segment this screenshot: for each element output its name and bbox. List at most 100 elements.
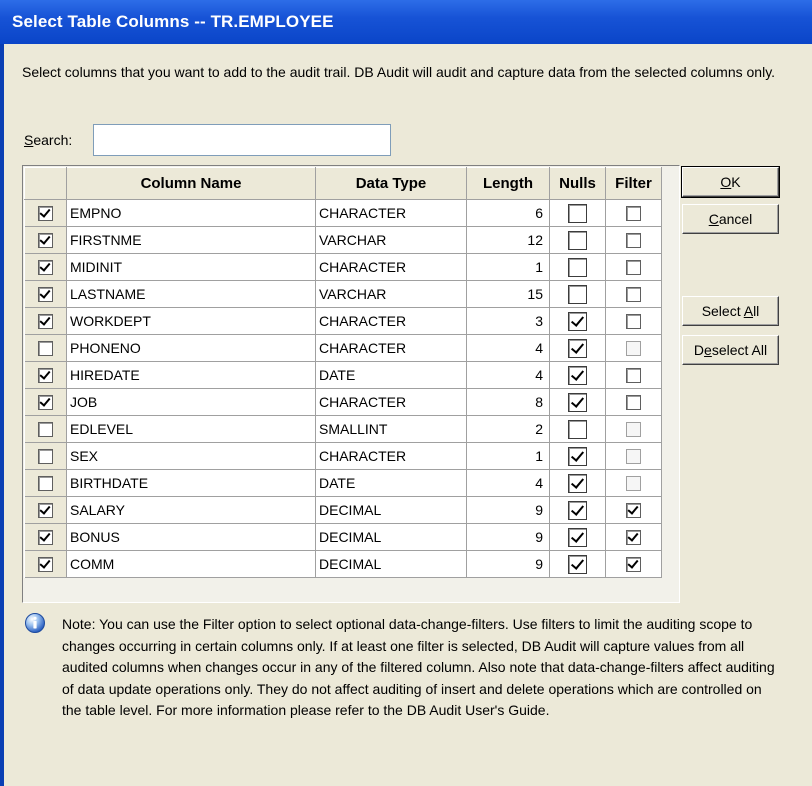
nulls-checkbox[interactable] [568, 527, 587, 547]
select-cell [24, 469, 67, 497]
filter-checkbox[interactable] [626, 530, 641, 546]
length-cell: 3 [466, 307, 550, 335]
nulls-checkbox[interactable] [568, 230, 587, 250]
select-checkbox[interactable] [37, 233, 53, 249]
data-type-cell: DECIMAL [315, 523, 467, 551]
table-row[interactable]: MIDINIT CHARACTER 1 [24, 253, 662, 281]
filter-checkbox[interactable] [626, 503, 641, 519]
filter-checkbox[interactable] [626, 260, 641, 276]
nulls-checkbox[interactable] [568, 338, 587, 358]
select-cell [24, 415, 67, 443]
select-checkbox[interactable] [37, 260, 53, 276]
select-checkbox[interactable] [37, 314, 53, 330]
data-type-cell: CHARACTER [315, 442, 467, 470]
length-cell: 4 [466, 361, 550, 389]
select-cell [24, 496, 67, 524]
filter-checkbox[interactable] [626, 206, 641, 222]
filter-cell [605, 307, 662, 335]
length-cell: 9 [466, 523, 550, 551]
header-nulls[interactable]: Nulls [549, 167, 606, 200]
filter-checkbox[interactable] [626, 287, 641, 303]
column-name-cell: PHONENO [66, 334, 316, 362]
nulls-checkbox[interactable] [568, 284, 587, 304]
length-cell: 15 [466, 280, 550, 308]
table-row[interactable]: EDLEVEL SMALLINT 2 [24, 415, 662, 443]
ok-button[interactable]: OK [681, 166, 780, 198]
header-column-name[interactable]: Column Name [66, 167, 316, 200]
table-row[interactable]: SALARY DECIMAL 9 [24, 496, 662, 524]
select-cell [24, 253, 67, 281]
filter-cell [605, 199, 662, 227]
nulls-cell [549, 334, 606, 362]
table-row[interactable]: EMPNO CHARACTER 6 [24, 199, 662, 227]
nulls-cell [549, 226, 606, 254]
table-row[interactable]: JOB CHARACTER 8 [24, 388, 662, 416]
select-checkbox[interactable] [37, 395, 53, 411]
column-name-cell: FIRSTNME [66, 226, 316, 254]
length-cell: 4 [466, 469, 550, 497]
filter-cell [605, 334, 662, 362]
select-checkbox[interactable] [37, 341, 53, 357]
table-row[interactable]: COMM DECIMAL 9 [24, 550, 662, 578]
header-filter[interactable]: Filter [605, 167, 662, 200]
select-checkbox[interactable] [37, 368, 53, 384]
select-checkbox[interactable] [37, 476, 53, 492]
cancel-button[interactable]: Cancel [682, 204, 779, 234]
filter-checkbox[interactable] [626, 368, 641, 384]
table-row[interactable]: SEX CHARACTER 1 [24, 442, 662, 470]
length-cell: 8 [466, 388, 550, 416]
nulls-cell [549, 199, 606, 227]
nulls-checkbox[interactable] [568, 392, 587, 412]
select-cell [24, 199, 67, 227]
nulls-checkbox[interactable] [568, 500, 587, 520]
table-row[interactable]: LASTNAME VARCHAR 15 [24, 280, 662, 308]
filter-checkbox[interactable] [626, 557, 641, 573]
select-checkbox[interactable] [37, 503, 53, 519]
data-type-cell: DECIMAL [315, 496, 467, 524]
nulls-checkbox[interactable] [568, 419, 587, 439]
window-left-border [0, 0, 4, 786]
nulls-cell [549, 307, 606, 335]
table-row[interactable]: BONUS DECIMAL 9 [24, 523, 662, 551]
nulls-cell [549, 550, 606, 578]
length-cell: 1 [466, 442, 550, 470]
select-checkbox[interactable] [37, 422, 53, 438]
select-checkbox[interactable] [37, 449, 53, 465]
length-cell: 9 [466, 496, 550, 524]
table-row[interactable]: WORKDEPT CHARACTER 3 [24, 307, 662, 335]
table-row[interactable]: BIRTHDATE DATE 4 [24, 469, 662, 497]
nulls-cell [549, 415, 606, 443]
table-row[interactable]: PHONENO CHARACTER 4 [24, 334, 662, 362]
deselect-all-button[interactable]: Deselect All [682, 335, 779, 365]
columns-grid[interactable]: Column Name Data Type Length Nulls Filte… [22, 165, 680, 603]
info-icon [25, 613, 45, 633]
filter-checkbox[interactable] [626, 233, 641, 249]
nulls-checkbox[interactable] [568, 473, 587, 493]
data-type-cell: DATE [315, 469, 467, 497]
filter-checkbox[interactable] [626, 314, 641, 330]
nulls-checkbox[interactable] [568, 446, 587, 466]
nulls-checkbox[interactable] [568, 203, 587, 223]
header-data-type[interactable]: Data Type [315, 167, 467, 200]
select-checkbox[interactable] [37, 206, 53, 222]
table-row[interactable]: FIRSTNME VARCHAR 12 [24, 226, 662, 254]
select-checkbox[interactable] [37, 530, 53, 546]
column-name-cell: JOB [66, 388, 316, 416]
nulls-checkbox[interactable] [568, 554, 587, 574]
select-checkbox[interactable] [37, 287, 53, 303]
nulls-checkbox[interactable] [568, 311, 587, 331]
select-cell [24, 523, 67, 551]
select-cell [24, 334, 67, 362]
filter-checkbox[interactable] [626, 395, 641, 411]
table-row[interactable]: HIREDATE DATE 4 [24, 361, 662, 389]
select-checkbox[interactable] [37, 557, 53, 573]
table-body: EMPNO CHARACTER 6 FIRSTNME VARCHAR 12 MIDINIT C… [24, 199, 662, 578]
nulls-checkbox[interactable] [568, 257, 587, 277]
nulls-checkbox[interactable] [568, 365, 587, 385]
header-length[interactable]: Length [466, 167, 550, 200]
search-input[interactable] [93, 124, 391, 156]
note-text: Note: You can use the Filter option to s… [62, 616, 775, 718]
select-cell [24, 226, 67, 254]
select-all-button[interactable]: Select All [682, 296, 779, 326]
data-type-cell: DATE [315, 361, 467, 389]
